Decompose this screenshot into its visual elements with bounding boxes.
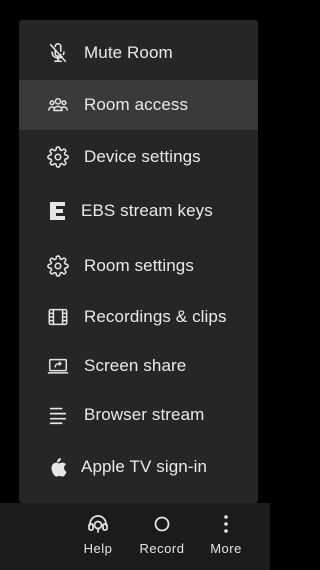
- menu-item-label: Mute Room: [84, 43, 173, 62]
- menu-item-device-settings[interactable]: Device settings: [19, 132, 258, 182]
- users-icon: [46, 93, 70, 117]
- ebs-logo-icon: [46, 199, 70, 223]
- more-vertical-icon: [213, 511, 239, 537]
- gear-icon: [46, 254, 70, 278]
- more-button[interactable]: More: [204, 503, 248, 570]
- menu-item-label: Room settings: [84, 256, 194, 275]
- menu-item-label: Browser stream: [84, 405, 205, 424]
- menu-item-room-access[interactable]: Room access: [19, 80, 258, 130]
- menu-item-room-settings[interactable]: Room settings: [19, 241, 258, 291]
- record-label: Record: [139, 541, 185, 556]
- record-circle-icon: [149, 511, 175, 537]
- help-headset-icon: [85, 511, 111, 537]
- menu-item-label: Device settings: [84, 147, 201, 166]
- menu-item-label: EBS stream keys: [81, 201, 213, 220]
- mic-off-icon: [46, 41, 70, 65]
- menu-item-label: Screen share: [84, 356, 187, 375]
- menu-item-label: Apple TV sign-in: [81, 457, 208, 476]
- overflow-menu: Mute Room Room access Device settings EB…: [19, 20, 258, 503]
- menu-item-recordings-clips[interactable]: Recordings & clips: [19, 292, 258, 342]
- page: Mute Room Room access Device settings EB…: [0, 0, 270, 570]
- help-button[interactable]: Help: [78, 503, 118, 570]
- menu-item-screen-share[interactable]: Screen share: [19, 341, 258, 391]
- menu-item-browser-stream[interactable]: Browser stream: [19, 390, 258, 440]
- apple-icon: [46, 455, 70, 479]
- lines-icon: [46, 403, 70, 427]
- screen-share-icon: [46, 354, 70, 378]
- menu-item-ebs-stream-keys[interactable]: EBS stream keys: [19, 186, 258, 236]
- record-button[interactable]: Record: [136, 503, 188, 570]
- film-icon: [46, 305, 70, 329]
- bottom-toolbar: Help Record More: [0, 503, 270, 570]
- menu-item-mute-room[interactable]: Mute Room: [19, 28, 258, 78]
- menu-item-apple-tv-sign-in[interactable]: Apple TV sign-in: [19, 442, 258, 492]
- menu-item-label: Room access: [84, 95, 189, 114]
- gear-icon: [46, 145, 70, 169]
- help-label: Help: [83, 541, 113, 556]
- menu-item-label: Recordings & clips: [84, 307, 227, 326]
- more-label: More: [210, 541, 242, 556]
